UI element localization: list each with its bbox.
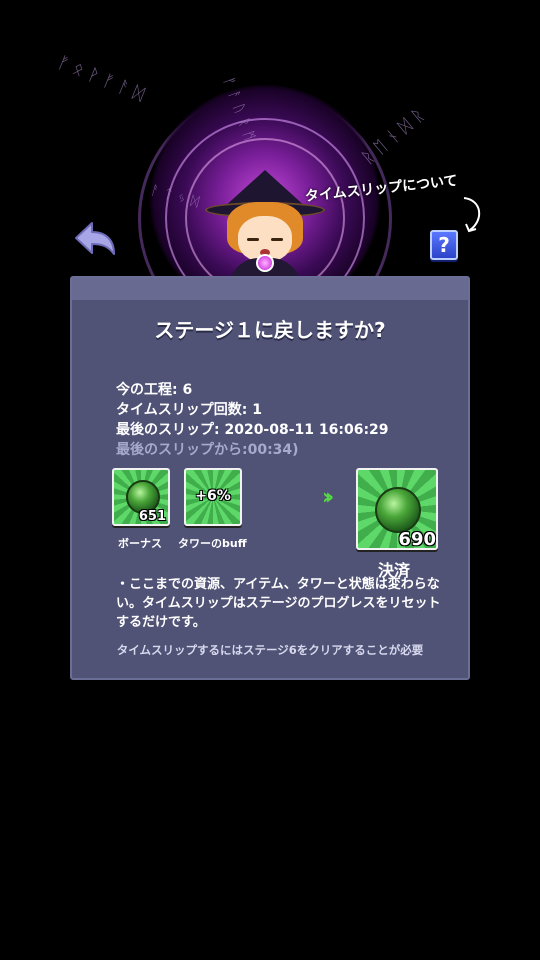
- notes-text: ・ここまでの資源、アイテム、タワーと状態は変わらない。タイムスリップはステージの…: [116, 577, 441, 630]
- payment-button[interactable]: 690: [356, 468, 438, 550]
- rune-text: ᚠᛟᚹᚠᚨᛞ: [54, 52, 153, 108]
- bonus-value: 651: [138, 509, 166, 524]
- slip-info: 今の工程: 6 タイムスリップ回数: 1 最後のスリップ: 2020-08-11…: [116, 380, 389, 460]
- last-slip-text: 最後のスリップ: 2020-08-11 16:06:29: [116, 422, 389, 438]
- witch-eye: [271, 238, 283, 241]
- tower-buff-tile[interactable]: +6%: [184, 468, 242, 526]
- time-slip-dialog: ステージ１に戻しますか? 今の工程: 6 タイムスリップ回数: 1 最後のスリッ…: [70, 276, 470, 680]
- help-button[interactable]: ?: [430, 230, 458, 260]
- tower-buff-label: タワーのbuff: [178, 537, 247, 550]
- buff-value: +6%: [195, 488, 231, 504]
- back-button[interactable]: [72, 218, 118, 260]
- witch-character: [205, 150, 325, 288]
- dialog-title: ステージ１に戻しますか?: [154, 318, 386, 342]
- green-orb-icon: [375, 487, 421, 533]
- back-arrow-icon: [75, 222, 115, 255]
- curved-arrow-icon: [463, 197, 480, 233]
- dialog-top-bar: [72, 278, 468, 300]
- witch-gem: [256, 254, 274, 272]
- since-last-slip-text: 最後のスリップから:00:34): [116, 442, 299, 458]
- rune-text: ᚱᛖᚾᛞᚱ: [358, 101, 433, 169]
- payment-cost: 690: [398, 529, 436, 550]
- requirement-text: タイムスリップするにはステージ6をクリアすることが必要: [116, 643, 424, 657]
- bonus-label: ボーナス: [118, 537, 162, 550]
- slip-count-text: タイムスリップ回数: 1: [116, 402, 262, 418]
- double-chevron-icon: ››: [322, 485, 334, 510]
- witch-eye: [247, 238, 259, 241]
- bonus-reward-tile[interactable]: 651: [112, 468, 170, 526]
- progress-stage-text: 今の工程: 6: [116, 382, 193, 398]
